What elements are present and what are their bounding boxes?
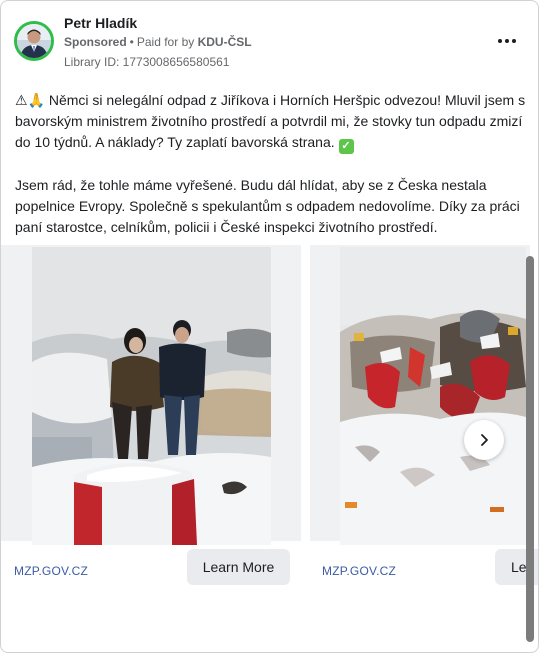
card-1-domain: MZP.GOV.CZ xyxy=(14,564,89,578)
separator-dot: • xyxy=(129,35,134,49)
payer-link[interactable]: KDU-ČSL xyxy=(198,35,252,49)
chevron-right-glyph xyxy=(481,434,488,446)
image-carousel: MZP.GOV.CZ Learn More MZP.GOV.CZ Le xyxy=(1,245,538,640)
paid-for-label: Paid for by xyxy=(136,35,195,49)
post-paragraph-2: Jsem rád, že tohle máme vyřešené. Budu d… xyxy=(15,177,520,235)
avatar-portrait xyxy=(17,24,51,58)
chevron-right-icon[interactable] xyxy=(464,420,504,460)
ad-card: Petr Hladík Sponsored • Paid for by KDU-ČS… xyxy=(0,0,539,653)
post-text: ⚠🙏 Němci si nelegální odpad z Jiříkova i… xyxy=(15,90,527,238)
paragraph-1-text: Němci si nelegální odpad z Jiříkova i Ho… xyxy=(15,92,526,150)
check-mark-icon: ✓ xyxy=(338,139,354,154)
more-options-icon[interactable] xyxy=(490,29,524,53)
author-name[interactable]: Petr Hladík xyxy=(64,15,137,31)
post-paragraph-1: ⚠🙏 Němci si nelegální odpad z Jiříkova i… xyxy=(15,90,527,154)
library-id: Library ID: 1773008656580561 xyxy=(64,55,230,69)
snow-scene-people-photo xyxy=(32,247,271,545)
vertical-scrollbar[interactable] xyxy=(526,256,534,642)
card-2-domain: MZP.GOV.CZ xyxy=(322,564,397,578)
waste-heap-photo xyxy=(340,247,526,545)
warning-pray-emoji: ⚠🙏 xyxy=(15,92,45,108)
card-1-learn-more-button[interactable]: Learn More xyxy=(187,549,290,585)
carousel-card-2-image[interactable] xyxy=(340,247,526,545)
sponsored-label: Sponsored xyxy=(64,35,127,49)
sponsored-line: Sponsored • Paid for by KDU-ČSL xyxy=(64,35,252,49)
carousel-card-1-image[interactable] xyxy=(32,247,271,545)
author-avatar[interactable] xyxy=(14,21,54,61)
